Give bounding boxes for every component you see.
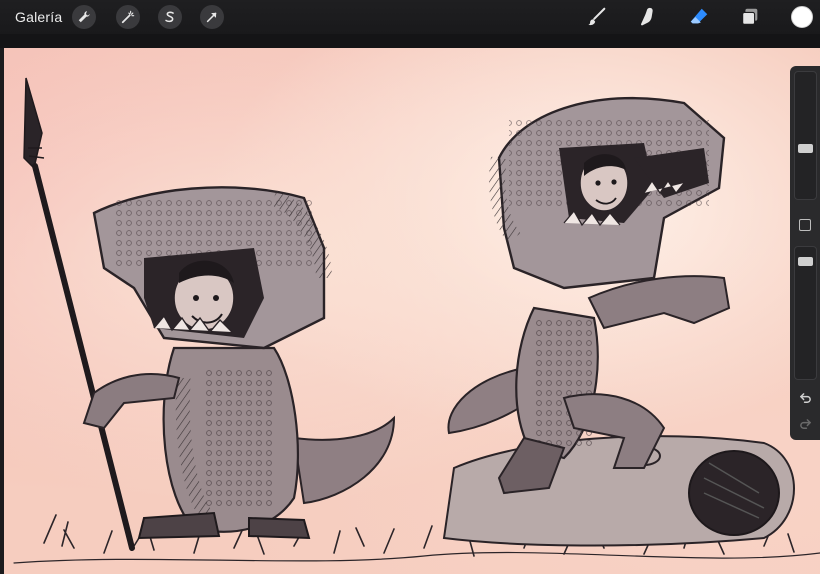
top-toolbar: Galería [0,0,820,34]
magic-wand-icon [121,10,135,24]
undo-button[interactable] [797,390,813,406]
right-croc-character [442,96,795,547]
brush-icon [588,7,606,26]
smudge-finger-icon [641,7,653,26]
drawing-canvas[interactable] [4,48,820,574]
eraser-tool[interactable] [687,5,711,29]
wrench-icon [78,11,90,23]
selection-button[interactable] [158,5,182,29]
adjustments-button[interactable] [116,5,140,29]
transform-button[interactable] [200,5,224,29]
arrow-cursor-icon [206,12,217,23]
layers-tool[interactable] [738,5,762,29]
brush-size-thumb[interactable] [798,144,813,153]
smudge-tool[interactable] [636,5,660,29]
left-croc-character [82,186,396,540]
opacity-slider[interactable] [794,246,817,380]
brush-sidebar [790,66,820,440]
eraser-icon [690,8,708,24]
brush-size-slider[interactable] [794,71,817,200]
spear [23,77,135,551]
redo-button[interactable] [797,416,813,432]
undo-icon [799,392,811,403]
gallery-button[interactable]: Galería [15,9,62,25]
color-picker-swatch[interactable] [791,6,813,28]
selection-s-icon [165,11,174,23]
actions-button[interactable] [72,5,96,29]
brush-tool[interactable] [585,5,609,29]
redo-icon [799,418,811,429]
layers-icon [742,8,758,25]
opacity-thumb[interactable] [798,257,813,266]
toolbar-divider [0,34,820,48]
modify-button[interactable] [799,219,811,231]
artwork-sketch [13,77,820,564]
